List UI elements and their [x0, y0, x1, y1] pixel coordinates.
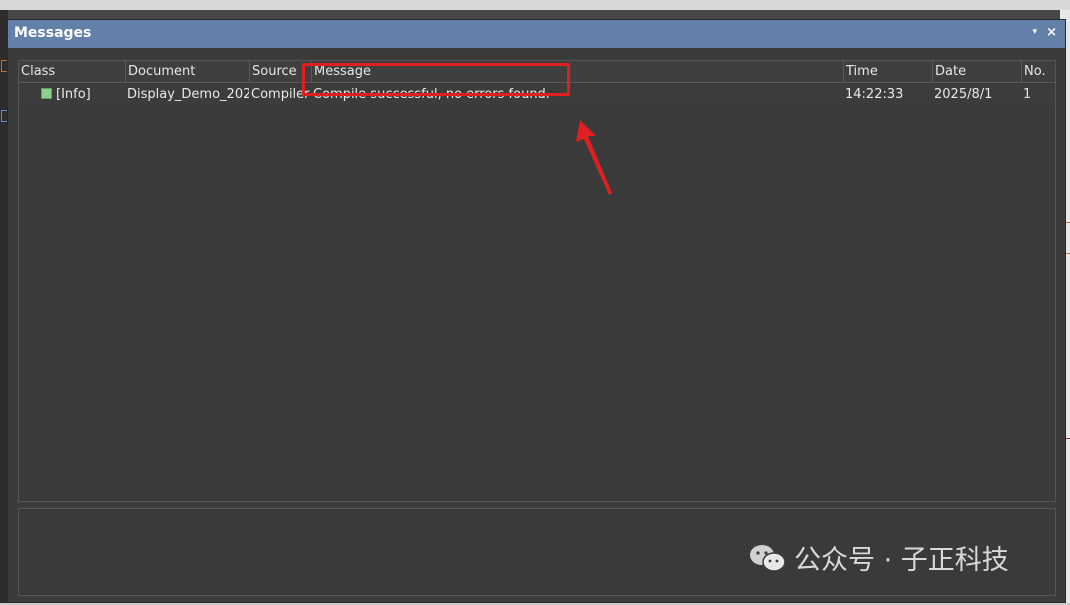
panel-close-icon[interactable]: ×: [1046, 25, 1057, 40]
wechat-icon: [748, 543, 788, 573]
cell-date: 2025/8/1: [934, 87, 993, 102]
column-header-class[interactable]: Class: [19, 61, 125, 82]
watermark-text: 公众号 · 子正科技: [794, 545, 1009, 576]
messages-panel: Messages ▾ × Class Document Source Messa…: [7, 19, 1066, 603]
messages-grid[interactable]: Class Document Source Message Time Date …: [18, 60, 1056, 502]
cell-class: [Info]: [39, 84, 125, 106]
cell-class-text: [Info]: [56, 87, 91, 102]
column-header-time[interactable]: Time: [843, 61, 932, 82]
column-header-date[interactable]: Date: [932, 61, 1021, 82]
column-header-message[interactable]: Message: [311, 61, 843, 82]
column-header-source[interactable]: Source: [249, 61, 311, 82]
column-header-document[interactable]: Document: [125, 61, 249, 82]
cell-message: Compile successful, no errors found.: [313, 87, 550, 102]
cell-no: 1: [1023, 87, 1032, 102]
cell-time: 14:22:33: [845, 87, 904, 102]
background-window-strip: [0, 0, 1070, 10]
table-row[interactable]: [Info] Display_Demo_2025 Compiler Compil…: [19, 84, 1055, 106]
cell-document: Display_Demo_2025: [127, 87, 249, 102]
column-header-no[interactable]: No.: [1021, 61, 1055, 82]
cell-source: Compiler: [251, 87, 310, 102]
panel-menu-icon[interactable]: ▾: [1032, 27, 1037, 37]
info-square-icon: [41, 88, 52, 99]
watermark: 公众号 · 子正科技: [748, 543, 1009, 579]
panel-titlebar[interactable]: Messages ▾ ×: [8, 20, 1065, 48]
panel-title: Messages: [14, 25, 92, 41]
grid-header: Class Document Source Message Time Date …: [19, 61, 1055, 83]
